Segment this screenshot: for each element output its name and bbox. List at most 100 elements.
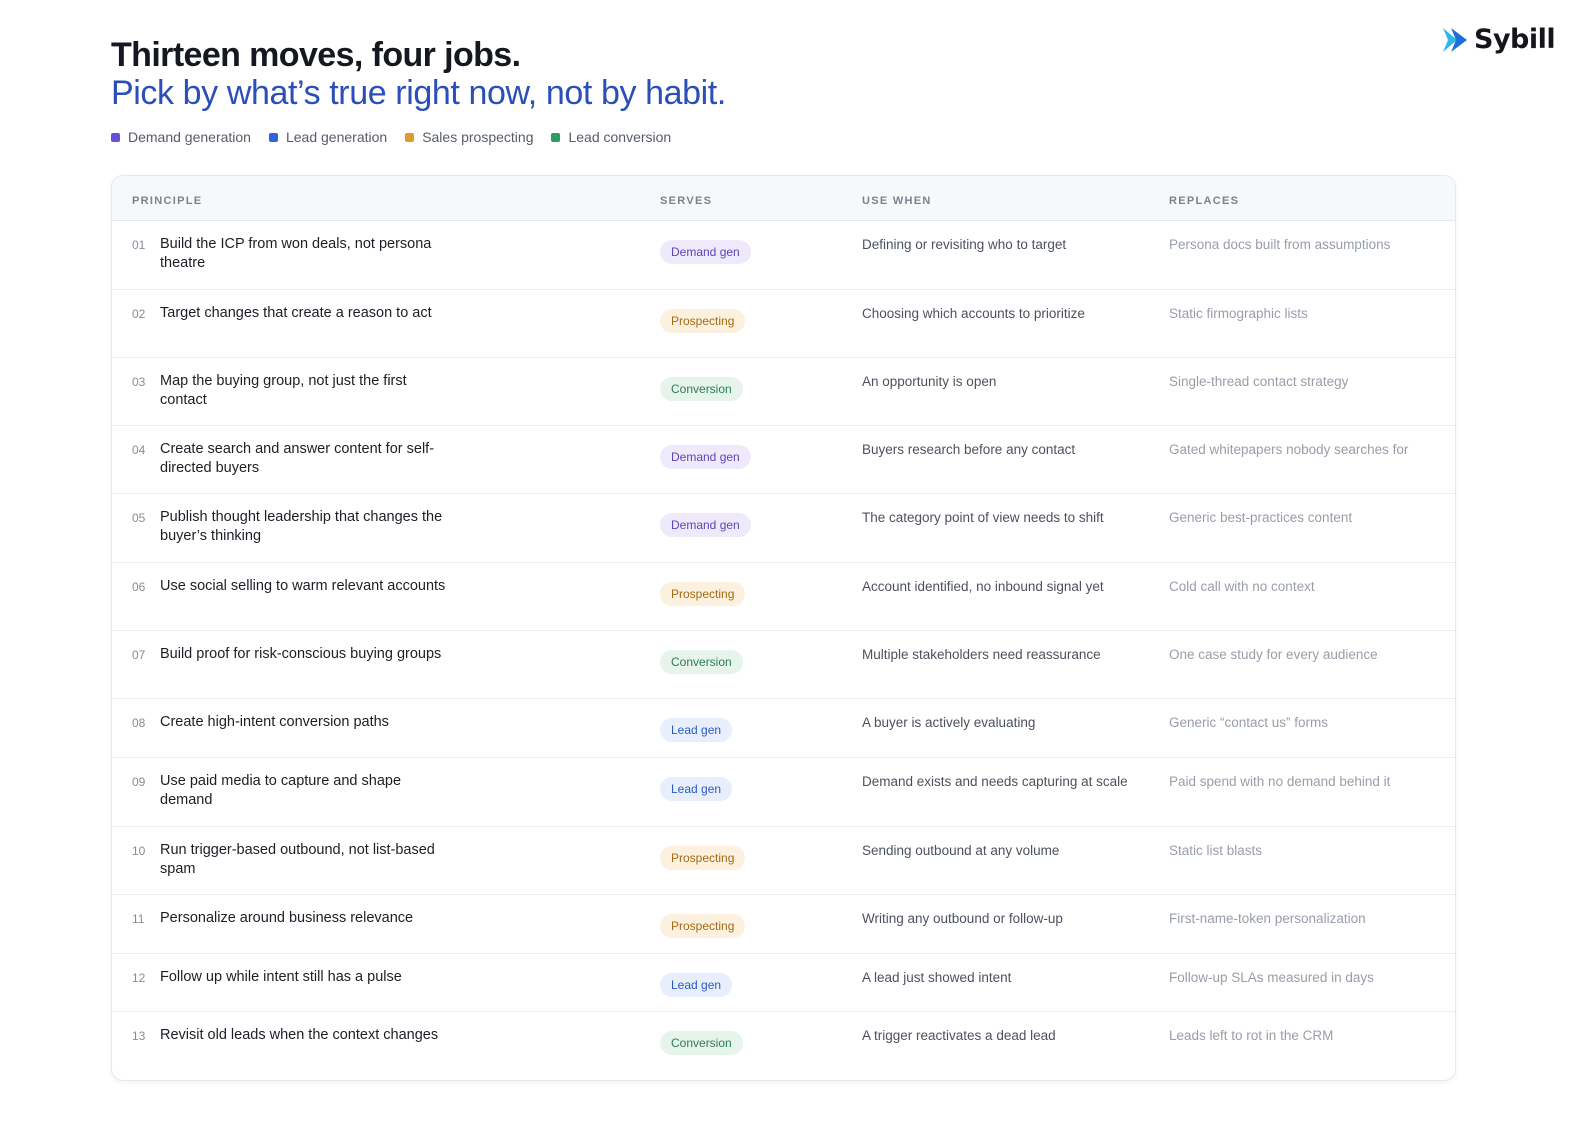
serves-badge: Demand gen (660, 513, 751, 537)
page-title: Thirteen moves, four jobs. (111, 36, 521, 74)
brand-logo: Sybill (1440, 24, 1556, 55)
row-number: 06 (132, 580, 146, 594)
header-use-when: USE WHEN (862, 195, 932, 207)
serves-badge: Lead gen (660, 973, 733, 997)
legend-swatch-icon (111, 132, 120, 142)
legend-swatch-icon (268, 132, 278, 142)
legend-label: Sales prospecting (422, 129, 534, 145)
row-number: 02 (132, 307, 146, 321)
row-number: 13 (132, 1029, 146, 1043)
row-number: 01 (132, 238, 146, 252)
table-row: 03 Map the buying group, not just the fir… (112, 358, 1455, 426)
principles-table: PRINCIPLE SERVES USE WHEN REPLACES 01 Bui… (111, 175, 1456, 1081)
row-number: 04 (132, 443, 146, 457)
use-when-text: An opportunity is open (862, 374, 997, 389)
legend-item: Lead generation (268, 129, 388, 145)
replaces-text: Cold call with no context (1169, 579, 1315, 594)
table-row: 10 Run trigger-based outbound, not list-b… (112, 827, 1455, 895)
principle-text: Publish thought leadership that changes … (160, 509, 443, 544)
use-when-text: Defining or revisiting who to target (862, 237, 1067, 252)
use-when-text: Demand exists and needs capturing at sca… (862, 774, 1128, 789)
serves-badge: Conversion (660, 650, 743, 674)
legend-swatch-icon (405, 132, 415, 142)
principle-text: Run trigger-based outbound, not list-bas… (160, 842, 435, 877)
principle-text: Use paid media to capture and shape dema… (160, 773, 402, 808)
legend-item: Lead conversion (551, 129, 671, 145)
principle-text: Use social selling to warm relevant acco… (160, 578, 446, 594)
row-number: 03 (132, 375, 146, 389)
serves-badge: Demand gen (660, 445, 751, 469)
row-number: 10 (132, 844, 146, 858)
legend-item: Demand generation (111, 129, 251, 145)
principle-text: Map the buying group, not just the first… (160, 373, 407, 408)
table-row: 05 Publish thought leadership that change… (112, 494, 1455, 563)
header-replaces: REPLACES (1169, 195, 1240, 207)
use-when-text: Sending outbound at any volume (862, 843, 1060, 858)
legend-label: Lead conversion (568, 129, 672, 145)
sybill-logo-icon (1443, 27, 1467, 52)
legend-swatch-icon (551, 132, 561, 142)
use-when-text: Choosing which accounts to prioritize (862, 306, 1085, 321)
replaces-text: Paid spend with no demand behind it (1169, 774, 1391, 789)
header-serves: SERVES (660, 195, 713, 207)
row-number: 09 (132, 775, 146, 789)
principle-text: Personalize around business relevance (160, 910, 414, 926)
principle-text: Follow up while intent still has a pulse (160, 969, 402, 985)
use-when-text: Writing any outbound or follow-up (862, 911, 1063, 926)
serves-badge: Prospecting (660, 309, 746, 333)
replaces-text: Generic best-practices content (1169, 510, 1353, 525)
table-row: 08 Create high-intent conversion paths Lea… (112, 699, 1455, 758)
use-when-text: Buyers research before any contact (862, 442, 1076, 457)
use-when-text: A lead just showed intent (862, 970, 1012, 985)
table-row: 02 Target changes that create a reason to… (112, 290, 1455, 358)
legend: Demand generation Lead generation Sales pr… (111, 129, 671, 145)
page-subtitle: Pick by what’s true right now, not by ha… (111, 74, 726, 112)
replaces-text: Persona docs built from assumptions (1169, 237, 1391, 252)
replaces-text: Static firmographic lists (1169, 306, 1308, 321)
replaces-text: Generic “contact us” forms (1169, 715, 1329, 730)
serves-badge: Prospecting (660, 914, 746, 938)
serves-badge: Conversion (660, 377, 743, 401)
table-row: 04 Create search and answer content for s… (112, 426, 1455, 494)
replaces-text: Gated whitepapers nobody searches for (1169, 442, 1409, 457)
principle-text: Target changes that create a reason to a… (160, 305, 432, 321)
table-row: 11 Personalize around business relevance P… (112, 895, 1455, 954)
legend-item: Sales prospecting (405, 129, 533, 145)
principle-text: Build the ICP from won deals, not person… (160, 236, 432, 271)
serves-badge: Prospecting (660, 846, 746, 870)
table-row: 06 Use social selling to warm relevant ac… (112, 563, 1455, 631)
replaces-text: Follow-up SLAs measured in days (1169, 970, 1374, 985)
use-when-text: Multiple stakeholders need reassurance (862, 647, 1101, 662)
table-row: 07 Build proof for risk-conscious buying … (112, 631, 1455, 699)
row-number: 08 (132, 716, 146, 730)
legend-label: Demand generation (128, 129, 251, 145)
header-principle: PRINCIPLE (132, 195, 203, 207)
use-when-text: A buyer is actively evaluating (862, 715, 1036, 730)
principle-text: Create search and answer content for sel… (160, 441, 435, 476)
replaces-text: Static list blasts (1169, 843, 1263, 858)
replaces-text: First-name-token personalization (1169, 911, 1366, 926)
table-row: 13 Revisit old leads when the context cha… (112, 1012, 1455, 1080)
replaces-text: One case study for every audience (1169, 647, 1378, 662)
row-number: 12 (132, 971, 146, 985)
brand-name: Sybill (1474, 24, 1556, 55)
replaces-text: Leads left to rot in the CRM (1169, 1028, 1334, 1043)
row-number: 11 (132, 912, 145, 926)
row-number: 05 (132, 511, 146, 525)
principle-text: Revisit old leads when the context chang… (160, 1027, 439, 1043)
legend-label: Lead generation (285, 129, 388, 145)
serves-badge: Demand gen (660, 240, 751, 264)
table-body: 01 Build the ICP from won deals, not pers… (112, 221, 1455, 1080)
serves-badge: Conversion (660, 1031, 743, 1055)
use-when-text: The category point of view needs to shif… (862, 510, 1104, 525)
serves-badge: Lead gen (660, 718, 733, 742)
replaces-text: Single-thread contact strategy (1169, 374, 1349, 389)
table-row: 12 Follow up while intent still has a pul… (112, 954, 1455, 1012)
row-number: 07 (132, 648, 146, 662)
table-row: 01 Build the ICP from won deals, not pers… (112, 221, 1455, 290)
serves-badge: Lead gen (660, 777, 733, 801)
use-when-text: Account identified, no inbound signal ye… (862, 579, 1104, 594)
table-header: PRINCIPLE SERVES USE WHEN REPLACES (112, 176, 1455, 221)
table-row: 09 Use paid media to capture and shape de… (112, 758, 1455, 827)
principle-text: Create high-intent conversion paths (160, 714, 389, 730)
